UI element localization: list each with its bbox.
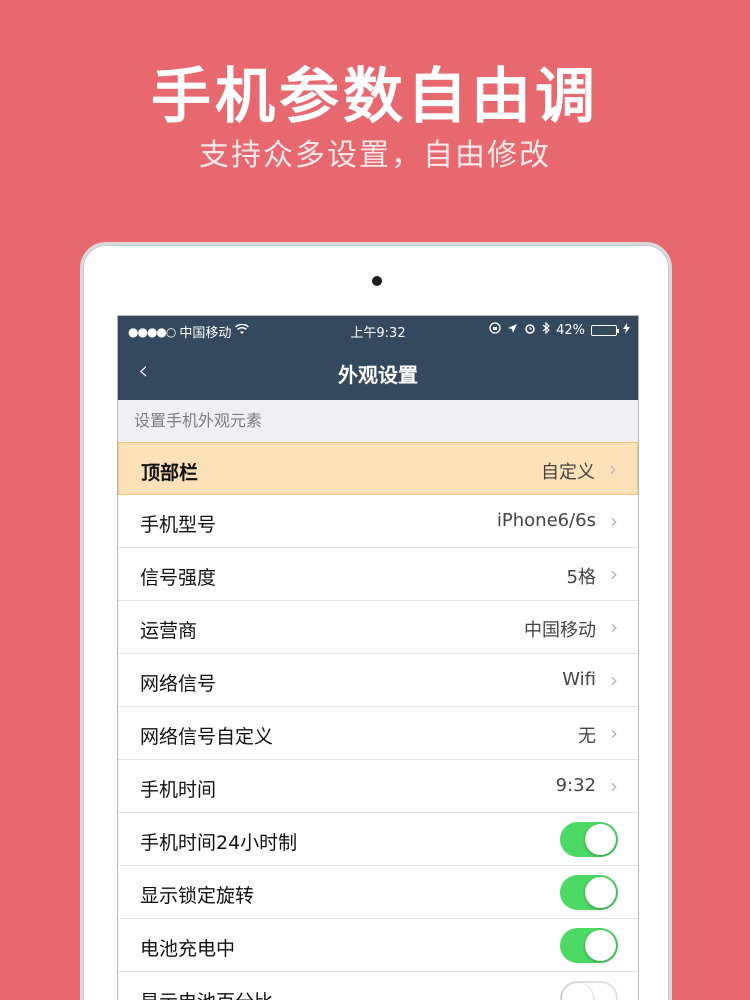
settings-row-label: 手机时间24小时制 bbox=[140, 832, 298, 854]
bluetooth-icon bbox=[542, 321, 550, 338]
settings-row[interactable]: 手机时间 9:32 › bbox=[118, 760, 638, 813]
alarm-icon bbox=[524, 322, 536, 338]
settings-row-value: 9:32 bbox=[555, 775, 596, 796]
settings-row[interactable]: 网络信号自定义 无 › bbox=[118, 707, 638, 760]
status-bar: ●●●●○ 中国移动 上午9:32 42% bbox=[118, 316, 638, 344]
settings-row-value: 5格 bbox=[566, 567, 596, 588]
toggle-knob bbox=[562, 983, 593, 1000]
settings-row-value: 自定义 bbox=[541, 462, 595, 483]
chevron-right-icon: › bbox=[610, 562, 618, 586]
charging-icon bbox=[623, 322, 630, 338]
settings-row-label: 网络信号自定义 bbox=[140, 726, 274, 748]
battery-percent: 42% bbox=[556, 322, 585, 338]
settings-list: 顶部栏 自定义 › 手机型号 iPhone6/6s › 信号强度 5格 › 运营商 中国移动 › 网络信… bbox=[118, 442, 638, 1000]
settings-row-label: 显示电池百分比 bbox=[140, 987, 273, 1000]
chevron-right-icon: › bbox=[610, 721, 618, 745]
settings-row-label: 显示锁定旋转 bbox=[140, 885, 255, 907]
settings-row[interactable]: 顶部栏 自定义 › bbox=[118, 442, 638, 495]
page-title: 外观设置 bbox=[338, 363, 418, 387]
settings-row[interactable]: 手机型号 iPhone6/6s › bbox=[118, 495, 638, 548]
settings-row[interactable]: 电池充电中 bbox=[118, 919, 638, 972]
settings-row-value: 无 bbox=[578, 726, 596, 747]
settings-row[interactable]: 手机时间24小时制 bbox=[118, 813, 638, 866]
toggle-knob bbox=[585, 877, 616, 908]
promo-headline: 手机参数自由调 bbox=[151, 62, 599, 132]
settings-row-label: 电池充电中 bbox=[140, 938, 236, 960]
chevron-right-icon: › bbox=[610, 668, 618, 692]
settings-row[interactable]: 网络信号 Wifi › bbox=[118, 654, 638, 707]
camera-icon bbox=[372, 276, 382, 286]
toggle-knob bbox=[585, 824, 616, 855]
toggle-switch[interactable] bbox=[560, 822, 618, 857]
toggle-switch[interactable] bbox=[560, 875, 618, 910]
chevron-right-icon: › bbox=[610, 615, 618, 639]
settings-row-label: 运营商 bbox=[140, 620, 198, 642]
location-icon bbox=[507, 323, 518, 338]
nav-bar: ‹ 外观设置 bbox=[118, 344, 638, 400]
section-header: 设置手机外观元素 bbox=[118, 400, 638, 442]
promo-subline: 支持众多设置，自由修改 bbox=[199, 138, 551, 173]
settings-row[interactable]: 显示锁定旋转 bbox=[118, 866, 638, 919]
settings-row[interactable]: 显示电池百分比 bbox=[118, 972, 638, 1000]
tablet-frame: ●●●●○ 中国移动 上午9:32 42% ‹ 外观设置 设置手机外观元素 顶部… bbox=[80, 242, 672, 1000]
chevron-right-icon: › bbox=[609, 457, 617, 481]
settings-row-label: 顶部栏 bbox=[141, 462, 199, 484]
toggle-knob bbox=[585, 930, 616, 961]
toggle-switch[interactable] bbox=[560, 981, 618, 1000]
orientation-lock-icon bbox=[489, 322, 501, 338]
battery-icon bbox=[591, 324, 619, 336]
chevron-right-icon: › bbox=[610, 774, 618, 798]
chevron-right-icon: › bbox=[610, 509, 618, 533]
settings-row-value: Wifi bbox=[562, 669, 596, 690]
device-screen: ●●●●○ 中国移动 上午9:32 42% ‹ 外观设置 设置手机外观元素 顶部… bbox=[117, 315, 639, 1000]
settings-row[interactable]: 运营商 中国移动 › bbox=[118, 601, 638, 654]
settings-row-value: 中国移动 bbox=[524, 620, 596, 641]
settings-row-label: 手机时间 bbox=[140, 779, 217, 801]
settings-row-label: 手机型号 bbox=[140, 514, 217, 536]
settings-row-value: iPhone6/6s bbox=[496, 510, 596, 531]
toggle-switch[interactable] bbox=[560, 928, 618, 963]
settings-row-label: 信号强度 bbox=[140, 567, 217, 589]
settings-row[interactable]: 信号强度 5格 › bbox=[118, 548, 638, 601]
settings-row-label: 网络信号 bbox=[140, 673, 217, 695]
